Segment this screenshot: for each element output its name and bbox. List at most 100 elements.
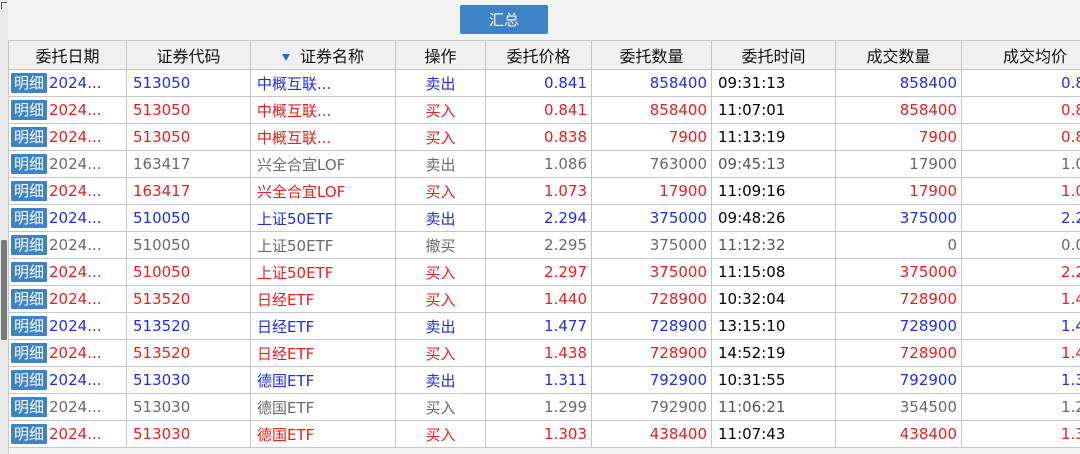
- detail-button[interactable]: 明细: [11, 343, 48, 363]
- table-row[interactable]: 明细 2024... 513520 日经ETF 卖出 1.477 728900 13:15:1…: [8, 312, 1080, 340]
- detail-button[interactable]: 明细: [11, 316, 48, 336]
- table-row[interactable]: 明细 2024... 163417 兴全合宜LOF 买入 1.073 17900 11:09:…: [8, 177, 1080, 205]
- order-time: 11:07:01: [711, 96, 836, 124]
- table-row[interactable]: 明细 2024... 513030 德国ETF 卖出 1.311 792900 10:31:5…: [8, 366, 1080, 394]
- order-date: 2024...: [49, 398, 102, 416]
- detail-button[interactable]: 明细: [11, 289, 48, 309]
- detail-button[interactable]: 明细: [11, 154, 48, 174]
- order-date-cell: 明细 2024...: [8, 285, 127, 313]
- detail-button[interactable]: 明细: [11, 127, 48, 147]
- order-date: 2024...: [49, 425, 102, 443]
- orders-table: 委托日期 证券代码 证券名称 操作 委托价格 委托数量 委托时间 成交数量 成交…: [8, 40, 1080, 448]
- splitter-handle[interactable]: [1, 240, 7, 340]
- security-name: 德国ETF: [250, 366, 396, 394]
- order-date: 2024...: [49, 128, 102, 146]
- avg-price: 1.311: [961, 366, 1080, 394]
- operation: 买入: [395, 339, 486, 367]
- avg-price: 0.838: [961, 123, 1080, 151]
- table-row[interactable]: 明细 2024... 510050 上证50ETF 买入 2.297 375000 11:15…: [8, 258, 1080, 286]
- col-order-time[interactable]: 委托时间: [711, 40, 836, 70]
- order-qty: 375000: [591, 231, 712, 259]
- order-date-cell: 明细 2024...: [8, 420, 127, 448]
- order-price: 1.311: [485, 366, 592, 394]
- security-name: 兴全合宜LOF: [250, 177, 396, 205]
- sort-desc-icon[interactable]: [281, 54, 290, 61]
- order-qty: 763000: [591, 150, 712, 178]
- table-row[interactable]: 明细 2024... 513050 中概互联... 卖出 0.841 858400 09:31…: [8, 69, 1080, 97]
- security-code: 510050: [126, 231, 251, 259]
- order-qty: 728900: [591, 339, 712, 367]
- toolbar: 汇总: [8, 0, 1080, 40]
- security-name: 日经ETF: [250, 312, 396, 340]
- order-qty: 792900: [591, 393, 712, 421]
- security-name: 上证50ETF: [250, 204, 396, 232]
- order-date-cell: 明细 2024...: [8, 204, 127, 232]
- table-row[interactable]: 明细 2024... 513030 德国ETF 买入 1.299 792900 11:06:2…: [8, 393, 1080, 421]
- order-date: 2024...: [49, 236, 102, 254]
- detail-button[interactable]: 明细: [11, 370, 48, 390]
- detail-button[interactable]: 明细: [11, 181, 48, 201]
- filled-qty: 858400: [835, 96, 962, 124]
- order-date-cell: 明细 2024...: [8, 231, 127, 259]
- order-date-cell: 明细 2024...: [8, 177, 127, 205]
- security-code: 513520: [126, 312, 251, 340]
- order-time: 11:06:21: [711, 393, 836, 421]
- table-header-row: 委托日期 证券代码 证券名称 操作 委托价格 委托数量 委托时间 成交数量 成交…: [8, 40, 1080, 70]
- col-filled-qty[interactable]: 成交数量: [835, 40, 962, 70]
- detail-button[interactable]: 明细: [11, 262, 48, 282]
- table-row[interactable]: 明细 2024... 513030 德国ETF 买入 1.303 438400 11:07:4…: [8, 420, 1080, 448]
- col-order-price[interactable]: 委托价格: [485, 40, 592, 70]
- order-qty: 7900: [591, 123, 712, 151]
- operation: 卖出: [395, 366, 486, 394]
- avg-price: 0.840: [961, 96, 1080, 124]
- order-date: 2024...: [49, 344, 102, 362]
- table-row[interactable]: 明细 2024... 513050 中概互联... 买入 0.838 7900 11:13:1…: [8, 123, 1080, 151]
- security-name: 日经ETF: [250, 339, 396, 367]
- summary-button[interactable]: 汇总: [460, 5, 548, 34]
- detail-button[interactable]: 明细: [11, 100, 48, 120]
- filled-qty: 375000: [835, 204, 962, 232]
- detail-button[interactable]: 明细: [11, 208, 48, 228]
- order-date: 2024...: [49, 317, 102, 335]
- order-time: 10:31:55: [711, 366, 836, 394]
- operation: 买入: [395, 177, 486, 205]
- table-row[interactable]: 明细 2024... 513520 日经ETF 买入 1.440 728900 10:32:0…: [8, 285, 1080, 313]
- operation: 买入: [395, 123, 486, 151]
- avg-price: 0.843: [961, 69, 1080, 97]
- operation: 卖出: [395, 69, 486, 97]
- operation: 买入: [395, 96, 486, 124]
- security-code: 513030: [126, 420, 251, 448]
- security-code: 513520: [126, 339, 251, 367]
- table-row[interactable]: 明细 2024... 513520 日经ETF 买入 1.438 728900 14:52:1…: [8, 339, 1080, 367]
- security-name: 中概互联...: [250, 96, 396, 124]
- filled-qty: 792900: [835, 366, 962, 394]
- security-code: 163417: [126, 177, 251, 205]
- col-security-name[interactable]: 证券名称: [250, 40, 396, 70]
- col-operation[interactable]: 操作: [395, 40, 486, 70]
- order-qty: 728900: [591, 285, 712, 313]
- table-row[interactable]: 明细 2024... 510050 上证50ETF 撤买 2.295 375000 11:12…: [8, 231, 1080, 259]
- table-row[interactable]: 明细 2024... 513050 中概互联... 买入 0.841 858400 11:07…: [8, 96, 1080, 124]
- table-row[interactable]: 明细 2024... 163417 兴全合宜LOF 卖出 1.086 763000 09:45…: [8, 150, 1080, 178]
- detail-button[interactable]: 明细: [11, 73, 48, 93]
- order-price: 0.841: [485, 96, 592, 124]
- order-date-cell: 明细 2024...: [8, 96, 127, 124]
- order-time: 11:15:08: [711, 258, 836, 286]
- order-date: 2024...: [49, 371, 102, 389]
- filled-qty: 728900: [835, 312, 962, 340]
- order-date: 2024...: [49, 263, 102, 281]
- detail-button[interactable]: 明细: [11, 397, 48, 417]
- order-time: 11:13:19: [711, 123, 836, 151]
- detail-button[interactable]: 明细: [11, 235, 48, 255]
- order-date: 2024...: [49, 101, 102, 119]
- col-avg-price[interactable]: 成交均价: [961, 40, 1080, 70]
- table-row[interactable]: 明细 2024... 510050 上证50ETF 卖出 2.294 375000 09:48…: [8, 204, 1080, 232]
- security-name: 兴全合宜LOF: [250, 150, 396, 178]
- col-order-date[interactable]: 委托日期: [8, 40, 127, 70]
- operation: 买入: [395, 420, 486, 448]
- filled-qty: 0: [835, 231, 962, 259]
- detail-button[interactable]: 明细: [11, 424, 48, 444]
- security-code: 513050: [126, 123, 251, 151]
- col-security-code[interactable]: 证券代码: [126, 40, 251, 70]
- col-order-qty[interactable]: 委托数量: [591, 40, 712, 70]
